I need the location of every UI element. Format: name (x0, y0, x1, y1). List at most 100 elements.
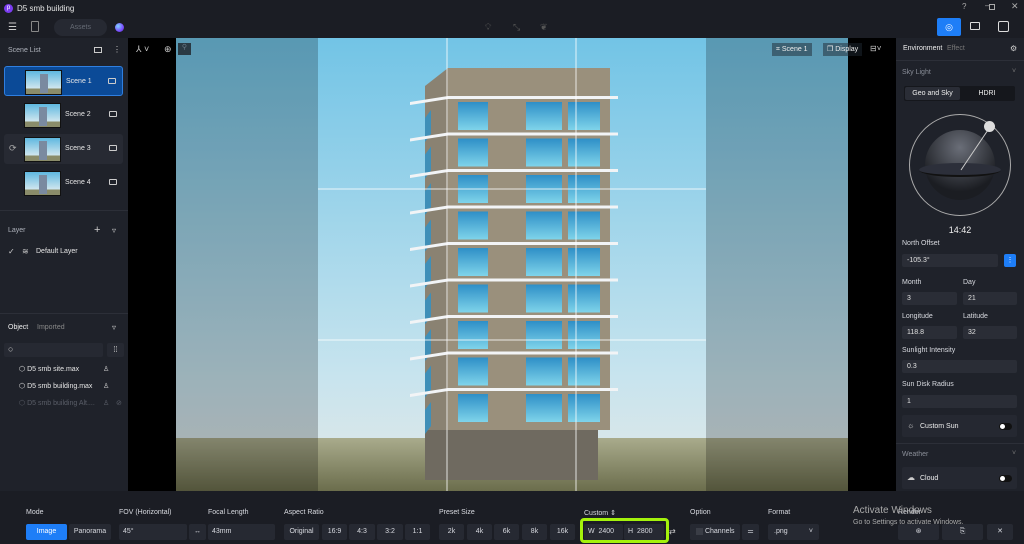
sun-disk-radius-slider[interactable]: 1 (902, 395, 1017, 408)
option-label: Option (690, 509, 711, 516)
tab-geo-and-sky[interactable]: Geo and Sky (905, 87, 960, 100)
aspect-16-9-button[interactable]: 16:9 (322, 524, 347, 540)
object-item[interactable]: ⬡ D5 smb building Alt.... (19, 399, 95, 407)
camera-icon[interactable] (109, 145, 117, 151)
settings-gear-icon[interactable]: ⚙ (1010, 44, 1017, 53)
mode-image-button[interactable]: Image (26, 524, 67, 540)
latitude-input[interactable]: 32 (963, 326, 1017, 339)
restore-icon[interactable] (989, 4, 995, 10)
tab-effect[interactable]: Effect (947, 45, 965, 52)
chevron-down-icon[interactable]: ˅ (1012, 68, 1016, 75)
scene-item[interactable]: Scene 1 (4, 66, 123, 96)
camera-icon[interactable] (109, 111, 117, 117)
custom-height-input[interactable]: H 2800 (624, 524, 664, 540)
leaf-icon[interactable]: ❦ (540, 22, 548, 33)
divider (896, 60, 1024, 61)
lock-icon[interactable]: ♙ (103, 382, 109, 390)
aspect-3-2-button[interactable]: 3:2 (377, 524, 403, 540)
preset-2k-button[interactable]: 2k (439, 524, 464, 540)
preset-8k-button[interactable]: 8k (522, 524, 547, 540)
sun-position-dial[interactable] (909, 114, 1011, 216)
channel-settings-icon[interactable]: ⚌ (742, 524, 759, 540)
focal-length-input[interactable]: 43mm (208, 524, 275, 540)
month-input[interactable]: 3 (902, 292, 957, 305)
menu-icon[interactable]: ☰ (8, 22, 17, 33)
render-queue-button[interactable]: ⎘ (942, 524, 983, 540)
tab-hdri[interactable]: HDRI (960, 87, 1014, 100)
scene-item[interactable]: ⟳ Scene 3 (4, 134, 123, 164)
fov-slider[interactable]: 45° (119, 524, 187, 540)
path-icon[interactable]: ⤡ (513, 22, 520, 33)
aspect-4-3-button[interactable]: 4:3 (349, 524, 375, 540)
sun-handle[interactable] (984, 121, 995, 132)
scene-item[interactable]: Scene 4 (4, 168, 123, 198)
swap-dimensions-icon[interactable]: ⇄ (669, 527, 676, 536)
custom-sun-toggle[interactable] (999, 423, 1012, 430)
assets-label: Assets (69, 24, 91, 31)
lock-icon[interactable]: ♙ (103, 399, 109, 407)
check-icon[interactable]: ✓ (8, 247, 15, 256)
ai-orb-icon[interactable] (115, 23, 124, 32)
preset-16k-button[interactable]: 16k (550, 524, 575, 540)
longitude-input[interactable]: 118.8 (902, 326, 957, 339)
mode-panorama-button[interactable]: Panorama (69, 524, 111, 540)
activate-windows-subtitle: Go to Settings to activate Windows. (853, 519, 964, 526)
close-icon[interactable]: ✕ (1011, 1, 1019, 12)
object-item[interactable]: ⬡ D5 smb site.max (19, 365, 79, 373)
grid-view-button[interactable]: ⁞⁞ (107, 343, 124, 357)
camera-icon[interactable] (109, 179, 117, 185)
transform-gizmo-icon[interactable]: ⅄ ˅ (136, 44, 149, 55)
camera-icon[interactable] (108, 78, 116, 84)
swap-sort-icon[interactable]: ⇕ (610, 510, 616, 517)
weather-header[interactable]: Weather (902, 451, 928, 458)
sky-light-header[interactable]: Sky Light (902, 69, 931, 76)
close-render-button[interactable]: ✕ (987, 524, 1013, 540)
import-file-icon[interactable] (31, 21, 39, 32)
render-button[interactable]: ⊛ (898, 524, 939, 540)
add-layer-icon[interactable]: + (94, 224, 100, 236)
custom-width-input[interactable]: W 2400 (584, 524, 623, 540)
display-button[interactable]: ❒ Display (823, 43, 863, 56)
globe-icon[interactable]: ⊕ (164, 44, 172, 55)
cloud-label: Cloud (920, 475, 939, 482)
light-bulb-icon[interactable]: 💡︎ (485, 22, 491, 33)
layer-item[interactable]: Default Layer (36, 248, 78, 255)
more-icon[interactable]: ⋮ (113, 45, 121, 54)
tab-object[interactable]: Object (8, 324, 28, 331)
scene-badge[interactable]: ⌗ Scene 1 (772, 43, 812, 56)
fov-width-icon[interactable]: ↔ (189, 524, 206, 540)
tab-environment[interactable]: Environment (903, 45, 942, 52)
refresh-icon[interactable]: ⟳ (9, 143, 17, 154)
lock-icon[interactable]: ♙ (103, 365, 109, 373)
preset-6k-button[interactable]: 6k (494, 524, 519, 540)
cloud-toggle[interactable] (999, 475, 1012, 482)
aspect-original-button[interactable]: Original (284, 524, 319, 540)
tab-imported[interactable]: Imported (37, 324, 65, 331)
video-mode-icon[interactable] (970, 22, 980, 30)
hidden-eye-icon[interactable]: ⊘ (116, 399, 122, 407)
channels-checkbox[interactable]: Channels (690, 524, 740, 540)
preset-4k-button[interactable]: 4k (467, 524, 492, 540)
add-scene-icon[interactable] (94, 47, 102, 53)
view-options-icon[interactable]: ⊟˅ (870, 44, 881, 53)
filter-icon[interactable]: ▿ (112, 323, 116, 332)
gallery-icon[interactable] (998, 21, 1009, 32)
visibility-icon[interactable]: ⚲ (178, 43, 191, 55)
scene-item[interactable]: Scene 2 (4, 100, 123, 130)
help-icon[interactable]: ? (962, 2, 966, 11)
object-search-input[interactable]: ○ (4, 343, 103, 357)
format-select[interactable]: .png ˅ (768, 524, 819, 540)
assets-button[interactable]: Assets (54, 19, 107, 36)
viewport[interactable]: ⅄ ˅ ⊕ ⚲ ⌗ Scene 1 ❒ Display ⊟˅ (128, 38, 896, 491)
sunlight-intensity-slider[interactable]: 0.3 (902, 360, 1017, 373)
day-input[interactable]: 21 (963, 292, 1017, 305)
aspect-ratio-label: Aspect Ratio (284, 509, 324, 516)
aspect-1-1-button[interactable]: 1:1 (405, 524, 430, 540)
north-offset-more-button[interactable]: ⋮ (1004, 254, 1016, 267)
object-item[interactable]: ⬡ D5 smb building.max (19, 382, 92, 390)
checkbox-box[interactable] (696, 527, 703, 535)
image-mode-camera-button[interactable]: ◎ (937, 18, 961, 36)
north-offset-input[interactable]: -105.3° (902, 254, 998, 267)
chevron-down-icon[interactable]: ˅ (1012, 450, 1016, 457)
filter-icon[interactable]: ▿ (112, 226, 116, 235)
